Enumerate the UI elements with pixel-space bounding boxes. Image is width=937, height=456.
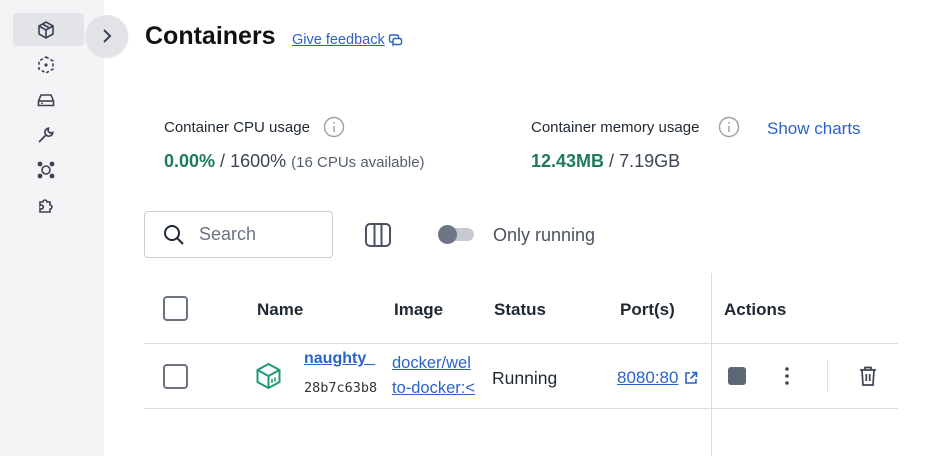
only-running-toggle[interactable] (438, 225, 474, 244)
sidebar-item-images[interactable] (13, 48, 84, 81)
image-link-line2[interactable]: to-docker:< (392, 379, 482, 398)
search-box (144, 211, 333, 258)
column-header-actions: Actions (724, 300, 787, 319)
memory-usage-label: Container memory usage (531, 119, 700, 136)
actions-column-divider (711, 273, 712, 456)
stop-button[interactable] (728, 367, 746, 385)
containers-icon (38, 20, 54, 39)
row-divider (144, 408, 898, 409)
select-all-checkbox[interactable] (163, 296, 188, 321)
row-checkbox[interactable] (163, 364, 188, 389)
cpu-info-icon[interactable] (323, 116, 345, 138)
column-header-name[interactable]: Name (257, 300, 303, 320)
cpu-note: (16 CPUs available) (291, 154, 425, 171)
toggle-knob (438, 225, 457, 244)
more-options-icon[interactable] (778, 366, 796, 386)
memory-usage-value: 12.43MB / 7.19GB (531, 151, 680, 172)
page-title: Containers (145, 22, 276, 50)
container-id: 28b7c63b8 (304, 380, 378, 396)
search-input[interactable] (199, 224, 309, 245)
chevron-right-icon (103, 29, 112, 43)
give-feedback-label: Give feedback (292, 32, 385, 48)
volumes-icon (37, 93, 55, 106)
images-icon (38, 55, 54, 74)
memory-total: 7.19GB (619, 151, 681, 171)
external-link-icon (685, 371, 698, 384)
sidebar-item-scout[interactable] (13, 153, 84, 186)
port-link[interactable]: 8080:80 (617, 368, 698, 388)
cpu-usage-value: 0.00% / 1600% (16 CPUs available) (164, 151, 425, 172)
image-link-line1[interactable]: docker/wel (392, 354, 482, 373)
cpu-separator: / (215, 151, 231, 171)
container-icon (256, 362, 281, 390)
extensions-icon (39, 198, 53, 213)
cpu-usage-label: Container CPU usage (164, 119, 310, 136)
delete-icon[interactable] (858, 365, 878, 387)
show-charts-button[interactable]: Show charts (767, 119, 861, 139)
sidebar-item-containers[interactable] (13, 13, 84, 46)
sidebar-item-volumes[interactable] (13, 83, 84, 116)
port-label: 8080:80 (617, 368, 679, 387)
only-running-label: Only running (493, 225, 596, 245)
sidebar-collapse-button[interactable] (86, 15, 128, 57)
sidebar-item-extensions[interactable] (13, 188, 84, 221)
column-header-image[interactable]: Image (394, 300, 443, 320)
give-feedback-link[interactable]: Give feedback (292, 32, 403, 48)
actions-separator (827, 360, 828, 392)
status-text: Running (492, 368, 558, 388)
scout-icon (37, 161, 55, 178)
cpu-total: 1600% (230, 151, 287, 171)
header-divider (144, 343, 898, 344)
search-icon (164, 224, 184, 245)
sidebar-item-builds[interactable] (13, 118, 84, 151)
column-header-ports[interactable]: Port(s) (620, 300, 675, 320)
container-name-link[interactable]: naughty_ (304, 350, 382, 368)
feedback-icon (388, 33, 402, 46)
cpu-used: 0.00% (164, 151, 216, 171)
memory-separator: / (604, 151, 620, 171)
sidebar (0, 0, 104, 456)
columns-icon[interactable] (364, 221, 392, 249)
builds-icon (38, 126, 54, 143)
memory-used: 12.43MB (531, 151, 605, 171)
column-header-status[interactable]: Status (494, 300, 546, 320)
memory-info-icon[interactable] (718, 116, 740, 138)
